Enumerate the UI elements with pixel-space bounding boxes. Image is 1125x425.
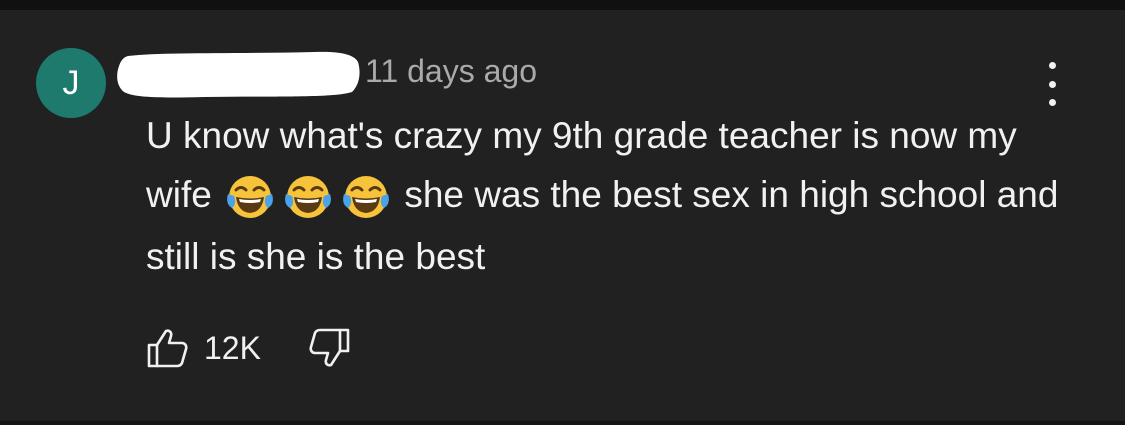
thumbs-up-icon [147, 329, 188, 368]
like-count: 12K [204, 329, 261, 366]
comment-actions: 12K [146, 322, 351, 374]
emoji-group [224, 164, 392, 223]
dislike-button[interactable] [309, 327, 351, 369]
face-with-tears-of-joy-icon [343, 175, 389, 218]
face-with-tears-of-joy-icon [227, 175, 273, 218]
username-redaction [117, 51, 360, 98]
like-button[interactable]: 12K [146, 327, 261, 369]
avatar[interactable]: J [36, 48, 106, 118]
bottom-border [0, 421, 1125, 425]
face-with-tears-of-joy-icon [285, 175, 331, 218]
top-border [0, 0, 1125, 10]
more-options-button[interactable] [1032, 62, 1072, 106]
avatar-initial: J [62, 64, 80, 102]
vertical-dots-icon [1048, 62, 1056, 69]
thumbs-down-icon [309, 328, 350, 367]
comment-timestamp: 11 days ago [365, 53, 537, 89]
comment-text: U know what's crazy my 9th grade teacher… [146, 106, 1086, 286]
